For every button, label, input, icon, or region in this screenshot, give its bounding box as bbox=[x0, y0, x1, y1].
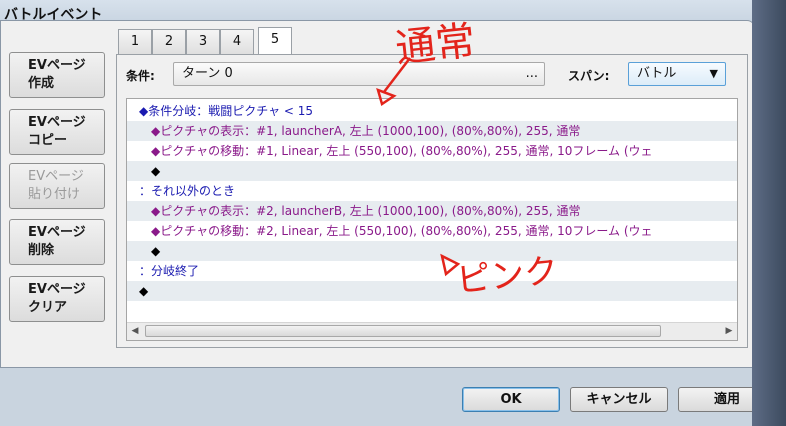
command-row[interactable]: ◆条件分岐：戦闘ピクチャ < 15 bbox=[127, 101, 737, 121]
create-page-button[interactable]: EVページ 作成 bbox=[9, 52, 105, 98]
clear-page-label-2: クリア bbox=[28, 300, 68, 315]
clear-page-label-1: EVページ bbox=[28, 282, 86, 297]
desktop-edge bbox=[752, 0, 786, 426]
command-text: ◆ピクチャの移動：#1, Linear, 左上 (550,100), (80%,… bbox=[151, 144, 653, 158]
command-text: ◆ bbox=[151, 244, 161, 258]
event-command-list[interactable]: ◆条件分岐：戦闘ピクチャ < 15 ◆ピクチャの表示：#1, launcherA… bbox=[126, 98, 738, 341]
clear-page-button[interactable]: EVページ クリア bbox=[9, 276, 105, 322]
copy-page-label-2: コピー bbox=[28, 133, 68, 148]
command-row[interactable]: ◆ bbox=[127, 241, 737, 261]
command-text: ◆ピクチャの移動：#2, Linear, 左上 (550,100), (80%,… bbox=[151, 224, 653, 238]
command-text: ：分岐終了 bbox=[139, 264, 200, 278]
browse-ellipsis-icon[interactable]: ... bbox=[526, 63, 538, 85]
dropdown-arrow-icon: ▼ bbox=[709, 67, 718, 80]
span-label: スパン: bbox=[568, 69, 610, 83]
command-row-empty[interactable] bbox=[127, 301, 737, 321]
command-row[interactable]: ◆ピクチャの移動：#2, Linear, 左上 (550,100), (80%,… bbox=[127, 221, 737, 241]
tab-page-5[interactable]: 5 bbox=[258, 27, 292, 55]
command-text: ◆ピクチャの表示：#1, launcherA, 左上 (1000,100), (… bbox=[151, 124, 581, 138]
command-row[interactable]: ：それ以外のとき bbox=[127, 181, 737, 201]
battle-event-window: バトルイベント EVページ 作成 EVページ コピー EVページ 貼り付け EV… bbox=[0, 0, 776, 426]
tab-page-2[interactable]: 2 bbox=[152, 29, 186, 55]
condition-field[interactable]: ターン 0 ... bbox=[173, 62, 545, 86]
horizontal-scrollbar[interactable]: ◀ ▶ bbox=[127, 322, 737, 340]
command-text: ◆ bbox=[151, 164, 161, 178]
create-page-label-1: EVページ bbox=[28, 58, 86, 73]
delete-page-label-1: EVページ bbox=[28, 225, 86, 240]
command-text: ◆ピクチャの表示：#2, launcherB, 左上 (1000,100), (… bbox=[151, 204, 581, 218]
span-value: バトル bbox=[637, 66, 677, 81]
command-text: ◆ bbox=[139, 284, 149, 298]
paste-page-button[interactable]: EVページ 貼り付け bbox=[9, 163, 105, 209]
delete-page-button[interactable]: EVページ 削除 bbox=[9, 219, 105, 265]
command-row[interactable]: ◆ bbox=[127, 161, 737, 181]
copy-page-label-1: EVページ bbox=[28, 115, 86, 130]
scroll-right-icon[interactable]: ▶ bbox=[721, 323, 737, 339]
tab-page-1[interactable]: 1 bbox=[118, 29, 152, 55]
cancel-button[interactable]: キャンセル bbox=[570, 387, 668, 412]
paste-page-label-2: 貼り付け bbox=[28, 187, 81, 202]
delete-page-label-2: 削除 bbox=[28, 243, 55, 258]
command-text: ：それ以外のとき bbox=[139, 184, 236, 198]
copy-page-button[interactable]: EVページ コピー bbox=[9, 109, 105, 155]
scrollbar-thumb[interactable] bbox=[145, 325, 661, 337]
create-page-label-2: 作成 bbox=[28, 76, 55, 91]
command-row[interactable]: ◆ピクチャの移動：#1, Linear, 左上 (550,100), (80%,… bbox=[127, 141, 737, 161]
command-row[interactable]: ◆ピクチャの表示：#2, launcherB, 左上 (1000,100), (… bbox=[127, 201, 737, 221]
condition-value: ターン 0 bbox=[182, 66, 233, 81]
condition-label: 条件: bbox=[126, 69, 155, 83]
tab-page-4[interactable]: 4 bbox=[220, 29, 254, 55]
command-row[interactable]: ◆ピクチャの表示：#1, launcherA, 左上 (1000,100), (… bbox=[127, 121, 737, 141]
span-select[interactable]: バトル ▼ bbox=[628, 62, 726, 86]
tab-page-3[interactable]: 3 bbox=[186, 29, 220, 55]
command-row[interactable]: ：分岐終了 bbox=[127, 261, 737, 281]
scroll-left-icon[interactable]: ◀ bbox=[127, 323, 143, 339]
command-text: ◆条件分岐：戦闘ピクチャ < 15 bbox=[139, 104, 314, 118]
paste-page-label-1: EVページ bbox=[28, 169, 84, 184]
ok-button[interactable]: OK bbox=[462, 387, 560, 412]
command-row[interactable]: ◆ bbox=[127, 281, 737, 301]
annotation-arrow-icon bbox=[376, 57, 411, 106]
